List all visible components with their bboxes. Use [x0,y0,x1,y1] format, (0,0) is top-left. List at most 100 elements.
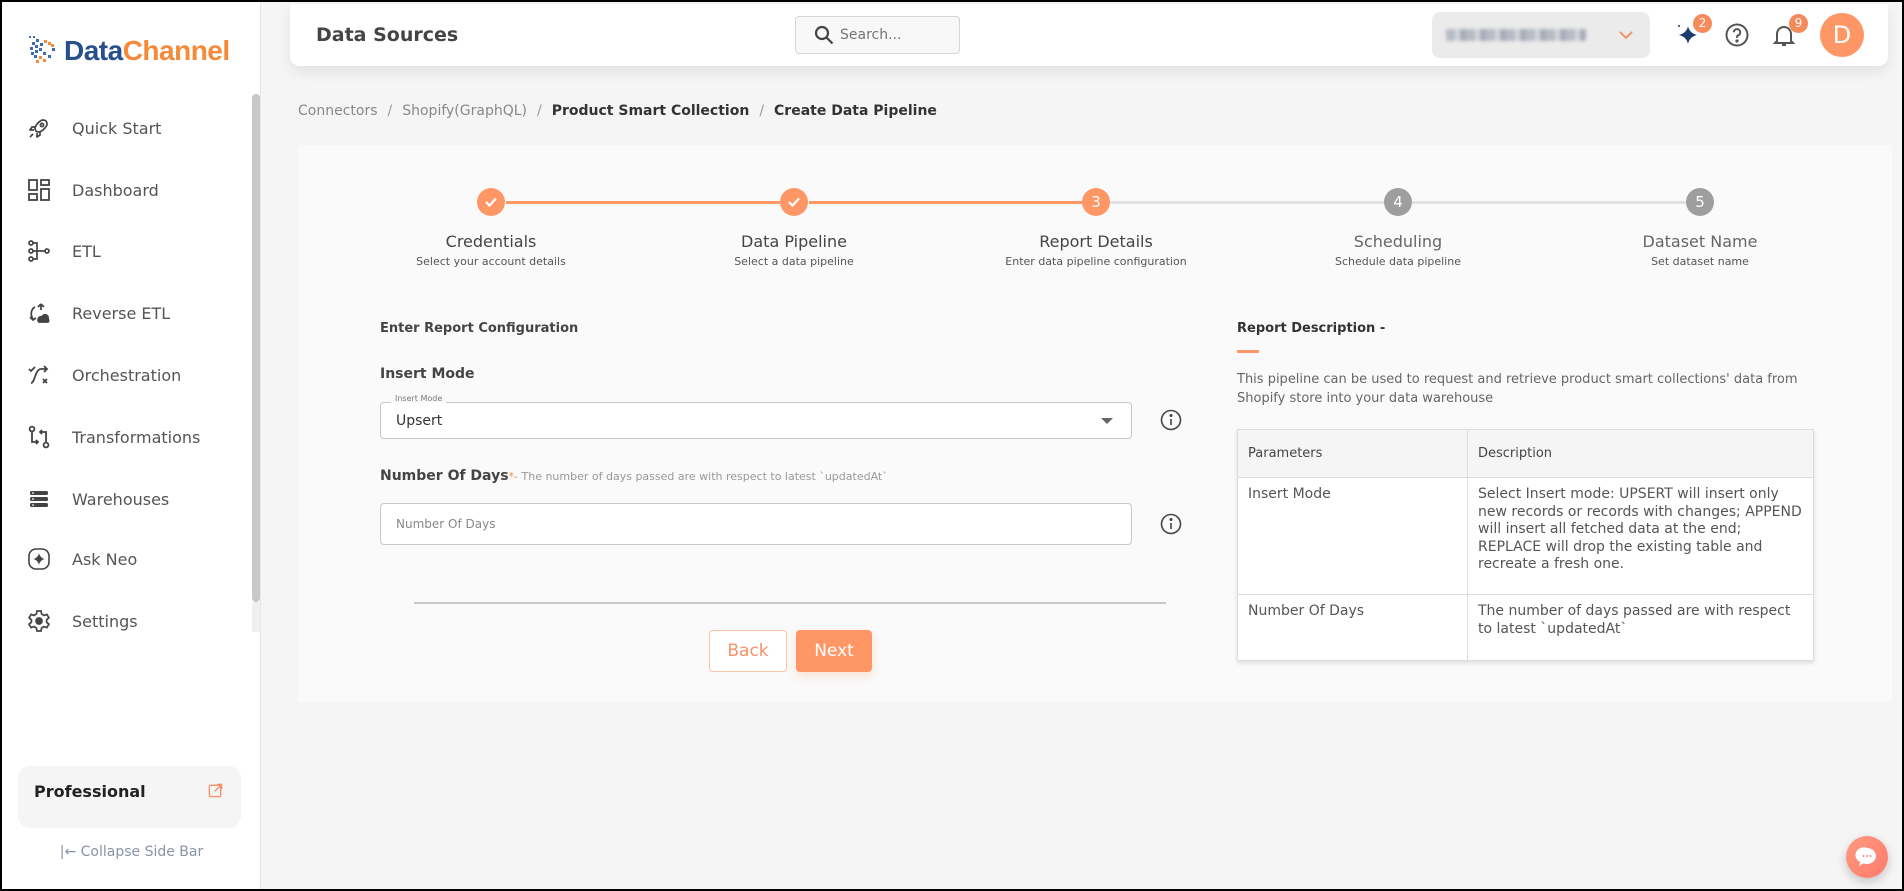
step-title: Scheduling [1353,232,1443,251]
workspace-name-blurred [1446,29,1586,41]
step-subtitle: Set dataset name [1651,255,1749,268]
insert-mode-value: Upsert [396,413,443,429]
search-input[interactable] [840,27,950,43]
form-divider [414,602,1166,604]
table-row: Number Of Days The number of days passed… [1237,594,1814,661]
step-title: Report Details [1039,232,1153,251]
check-icon [780,188,808,216]
step-title: Dataset Name [1642,232,1758,251]
table-cell-parameter: Number Of Days [1237,594,1468,661]
rocket-icon [26,115,52,141]
step-credentials[interactable]: Credentials Select your account details [371,188,611,268]
table-header-description: Description [1467,429,1814,478]
chat-bubble-icon [1855,847,1876,866]
next-button[interactable]: Next [796,630,872,672]
insert-mode-label: Insert Mode [380,366,475,382]
notifications-button[interactable]: 9 [1770,14,1808,49]
step-title: Data Pipeline [741,232,847,251]
sidebar-item-label: Transformations [72,427,201,447]
step-data-pipeline[interactable]: Data Pipeline Select a data pipeline [674,188,914,268]
sidebar-item-ask-neo[interactable]: Ask Neo [26,541,236,577]
breadcrumb-separator: / [387,103,393,119]
chevron-down-icon [1619,31,1633,40]
help-icon [1725,23,1749,47]
back-button[interactable]: Back [709,630,787,672]
sidebar-item-settings[interactable]: Settings [26,603,236,639]
sidebar-item-dashboard[interactable]: Dashboard [26,172,236,208]
table-cell-description: Select Insert mode: UPSERT will insert o… [1467,477,1814,595]
sidebar-item-reverse-etl[interactable]: Reverse ETL [26,295,236,331]
sidebar-item-warehouses[interactable]: Warehouses [26,481,236,517]
breadcrumb-separator: / [759,103,765,119]
insert-mode-select[interactable]: Insert Mode Upsert [380,394,1132,439]
number-of-days-label-text: Number Of Days [380,468,509,484]
table-header-row: Parameters Description [1237,429,1814,478]
step-subtitle: Select a data pipeline [734,255,854,268]
etl-icon [26,238,52,264]
step-title: Credentials [445,232,537,251]
orchestration-icon [26,362,52,388]
breadcrumb-product-smart-collection[interactable]: Product Smart Collection [552,103,750,119]
sidebar-item-orchestration[interactable]: Orchestration [26,357,236,393]
gear-icon [26,608,52,634]
step-subtitle: Schedule data pipeline [1335,255,1461,268]
table-cell-description: The number of days passed are with respe… [1467,594,1814,661]
breadcrumb-shopify[interactable]: Shopify(GraphQL) [402,103,527,119]
transformations-icon [26,424,52,450]
sidebar-item-label: Warehouses [72,489,170,509]
neo-badge: 2 [1693,14,1712,33]
dropdown-caret-icon [1101,418,1113,424]
sidebar-scrollbar[interactable] [252,94,260,602]
sidebar: DataChannel Quick Start Dashboard ETL Re… [2,2,261,889]
plan-name: Professional [34,782,146,801]
sidebar-item-label: Ask Neo [72,549,138,569]
sidebar-item-label: Reverse ETL [72,303,171,323]
logo-text-data: Data [64,35,123,66]
workspace-selector[interactable] [1432,12,1650,58]
pipeline-card: Credentials Select your account details … [298,145,1892,702]
table-header-parameters: Parameters [1237,429,1468,478]
page-title: Data Sources [316,24,459,46]
sidebar-item-label: ETL [72,241,101,261]
table-cell-parameter: Insert Mode [1237,477,1468,595]
chat-support-button[interactable] [1846,836,1888,878]
plan-card[interactable]: Professional [18,766,241,828]
report-description-title: Report Description - [1237,321,1386,336]
accent-bar [1237,350,1259,353]
step-number: 5 [1686,188,1714,216]
breadcrumb-create-data-pipeline: Create Data Pipeline [774,103,937,119]
step-subtitle: Enter data pipeline configuration [1005,255,1187,268]
check-icon [477,188,505,216]
sidebar-item-label: Settings [72,611,138,631]
reverse-etl-icon [26,300,52,326]
step-dataset-name: 5 Dataset Name Set dataset name [1580,188,1820,268]
insert-mode-legend: Insert Mode [391,394,447,403]
logo-text-channel: Channel [122,35,230,66]
step-number: 3 [1082,188,1110,216]
external-link-icon[interactable] [208,783,223,798]
report-description-text: This pipeline can be used to request and… [1237,372,1798,406]
step-scheduling: 4 Scheduling Schedule data pipeline [1278,188,1518,268]
sidebar-item-etl[interactable]: ETL [26,233,236,269]
logo-mark-icon [29,36,55,63]
ask-neo-header-button[interactable]: 2 [1674,14,1712,49]
dashboard-icon [26,177,52,203]
sidebar-scrollbar-track [252,602,260,632]
table-row: Insert Mode Select Insert mode: UPSERT w… [1237,477,1814,595]
sidebar-item-transformations[interactable]: Transformations [26,419,236,455]
number-of-days-input[interactable] [380,503,1132,545]
ask-neo-icon [26,546,52,572]
step-subtitle: Select your account details [416,255,566,268]
help-button[interactable] [1723,21,1751,49]
user-avatar[interactable]: D [1820,13,1864,57]
sidebar-item-quick-start[interactable]: Quick Start [26,110,236,146]
step-number: 4 [1384,188,1412,216]
number-of-days-info-icon[interactable] [1160,513,1182,535]
top-header: Data Sources 2 9 D [290,4,1888,66]
search-box[interactable] [795,16,960,54]
insert-mode-info-icon[interactable] [1160,409,1182,431]
breadcrumb-connectors[interactable]: Connectors [298,103,378,119]
collapse-sidebar-button[interactable]: |← Collapse Side Bar [2,844,261,860]
datachannel-logo[interactable]: DataChannel [26,34,230,68]
warehouses-icon [26,486,52,512]
